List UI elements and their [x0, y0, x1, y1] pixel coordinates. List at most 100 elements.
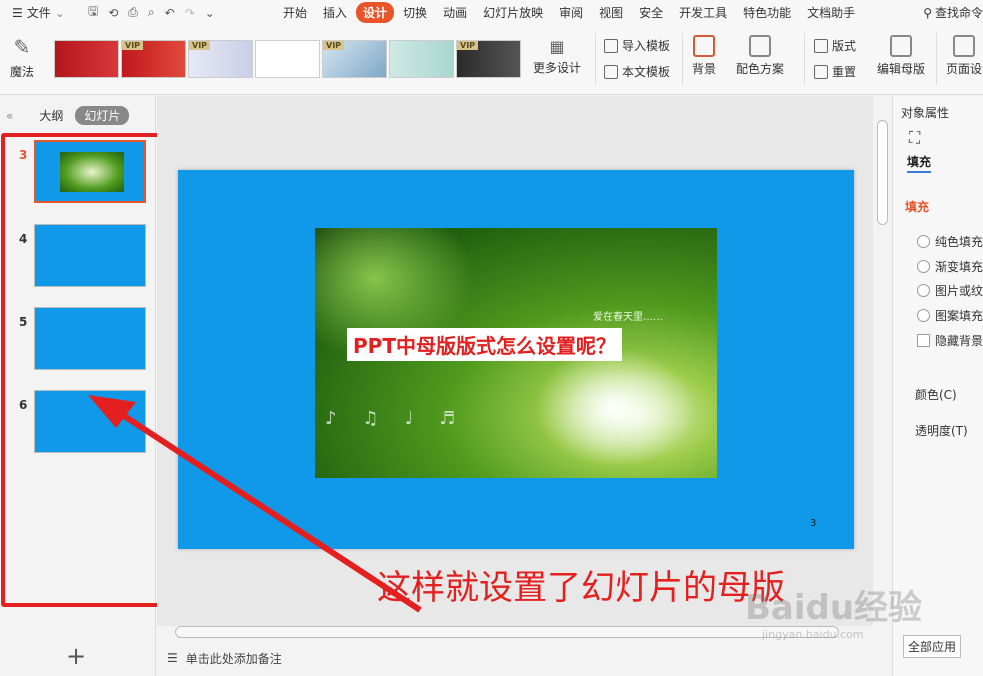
vip-badge: VIP: [189, 41, 211, 50]
tab-security[interactable]: 安全: [632, 2, 670, 23]
radio-icon: [917, 284, 930, 297]
tab-outline[interactable]: 大纲: [39, 107, 63, 124]
print-preview-icon[interactable]: ⌕: [148, 5, 155, 20]
vertical-scrollbar[interactable]: [874, 96, 891, 640]
template-thumb[interactable]: VIP: [121, 40, 186, 78]
highlight-box: [1, 133, 168, 607]
edit-master-button[interactable]: 编辑母版: [877, 35, 925, 77]
slide-page-number: 3: [810, 518, 817, 529]
template-thumb[interactable]: [255, 40, 320, 78]
undo-icon[interactable]: ↶: [165, 6, 175, 20]
color-scheme-button[interactable]: 配色方案: [736, 35, 784, 77]
divider: [595, 33, 596, 85]
picture-caption: 爱在春天里……: [593, 312, 663, 323]
search-command-label: 查找命令: [934, 6, 983, 20]
vip-badge: VIP: [323, 41, 345, 50]
divider: [936, 33, 937, 85]
color-scheme-label: 配色方案: [736, 62, 785, 76]
hamburger-icon: ☰: [12, 5, 23, 20]
layout-icon: [814, 38, 828, 53]
horizontal-scrollbar[interactable]: [175, 626, 839, 638]
collapse-icon[interactable]: «: [6, 109, 13, 123]
reset-icon: [814, 64, 828, 79]
import-icon: [604, 38, 618, 53]
picture-fill-radio[interactable]: 图片或纹: [917, 282, 983, 299]
gradient-fill-radio[interactable]: 渐变填充: [917, 258, 983, 275]
template-thumb[interactable]: [389, 40, 454, 78]
vip-badge: VIP: [122, 41, 144, 50]
radio-icon: [917, 235, 930, 248]
format-painter-icon[interactable]: ⟲: [108, 6, 118, 20]
more-designs-button[interactable]: ▦ 更多设计: [533, 37, 581, 76]
page-setup-button[interactable]: 页面设: [946, 35, 982, 77]
chevron-down-icon: ⌄: [54, 5, 65, 20]
navigator-tabs: « 大纲 幻灯片: [0, 106, 156, 125]
ribbon-tabs: 开始 插入 设计 切换 动画 幻灯片放映 审阅 视图 安全 开发工具 特色功能 …: [276, 2, 864, 23]
tab-slides[interactable]: 幻灯片: [75, 106, 130, 125]
checkbox-icon: [917, 334, 930, 347]
edit-master-icon: [890, 35, 912, 57]
divider: [682, 33, 683, 85]
template-thumb[interactable]: VIP: [188, 40, 253, 78]
background-button[interactable]: 背景: [692, 35, 716, 77]
tab-insert[interactable]: 插入: [316, 2, 354, 23]
hide-background-checkbox[interactable]: 隐藏背景: [917, 332, 983, 349]
template-thumb[interactable]: VIP: [322, 40, 387, 78]
layout-button[interactable]: 版式: [814, 37, 856, 54]
template-thumb[interactable]: VIP: [456, 40, 521, 78]
file-menu[interactable]: ☰ 文件 ⌄: [0, 4, 80, 21]
pattern-fill-radio[interactable]: 图案填充: [917, 307, 983, 324]
save-icon[interactable]: 🖫: [88, 2, 98, 23]
text-template-label: 本文模板: [622, 65, 671, 79]
redo-icon[interactable]: ↷: [185, 6, 195, 20]
edit-master-label: 编辑母版: [877, 62, 926, 76]
print-icon[interactable]: ⎙: [128, 5, 138, 20]
current-slide[interactable]: 爱在春天里…… ♪♫♩♬ PPT中母版版式怎么设置呢？ 3: [178, 170, 854, 549]
template-thumb[interactable]: [54, 40, 119, 78]
text-template-button[interactable]: 本文模板: [604, 63, 670, 80]
apply-all-button[interactable]: 全部应用: [903, 635, 962, 658]
scrollbar-thumb[interactable]: [877, 120, 888, 225]
customize-icon[interactable]: ⌄: [205, 6, 215, 20]
watermark-brand: Baidu经验: [745, 588, 923, 628]
divider: [804, 33, 805, 85]
tab-transition[interactable]: 切换: [396, 2, 434, 23]
magic-wand-icon: ✎: [13, 35, 31, 59]
slide-picture[interactable]: 爱在春天里…… ♪♫♩♬ PPT中母版版式怎么设置呢？: [315, 228, 717, 478]
slide-title[interactable]: PPT中母版版式怎么设置呢？: [347, 328, 622, 361]
tab-animation[interactable]: 动画: [436, 2, 474, 23]
ribbon: ✎ 魔法 VIP VIP VIP VIP ▦ 更多设计 导入模板 本文模板 背景…: [0, 25, 983, 95]
tab-home[interactable]: 开始: [276, 2, 314, 23]
fill-section-header[interactable]: 填充: [905, 198, 929, 215]
radio-label: 图片或纹: [935, 284, 983, 298]
add-slide-button[interactable]: +: [66, 642, 86, 670]
import-template-label: 导入模板: [622, 39, 671, 53]
pane-title[interactable]: 对象属性: [901, 104, 949, 121]
tab-fill[interactable]: 填充: [907, 153, 932, 173]
magic-label: 魔法: [10, 65, 35, 79]
notes-area[interactable]: ☰ 单击此处添加备注: [157, 640, 873, 676]
tab-slideshow[interactable]: 幻灯片放映: [476, 2, 550, 23]
annotation-text: 这样就设置了幻灯片的母版: [377, 568, 785, 608]
tab-doc-assistant[interactable]: 文档助手: [800, 2, 862, 23]
tab-design[interactable]: 设计: [356, 2, 395, 23]
quick-access-toolbar: 🖫 ⟲ ⎙ ⌕ ↶ ↷ ⌄: [80, 2, 276, 23]
page-setup-icon: [953, 35, 975, 57]
tab-view[interactable]: 视图: [592, 2, 630, 23]
tab-developer[interactable]: 开发工具: [672, 2, 734, 23]
checkbox-label: 隐藏背景: [935, 334, 983, 348]
more-designs-label: 更多设计: [533, 61, 582, 75]
music-notes-icon: ♪♫♩♬: [325, 408, 482, 429]
background-icon: [693, 35, 715, 57]
solid-fill-radio[interactable]: 纯色填充: [917, 233, 983, 250]
magic-button[interactable]: ✎ 魔法: [10, 35, 34, 80]
background-label: 背景: [692, 62, 717, 76]
reset-button[interactable]: 重置: [814, 63, 856, 80]
fill-bucket-icon: ⛶: [909, 128, 921, 147]
import-template-button[interactable]: 导入模板: [604, 37, 670, 54]
search-command[interactable]: ⚲ 查找命令: [923, 4, 983, 21]
tab-features[interactable]: 特色功能: [736, 2, 798, 23]
notes-icon: ☰: [167, 651, 178, 665]
radio-icon: [917, 309, 930, 322]
tab-review[interactable]: 审阅: [552, 2, 590, 23]
